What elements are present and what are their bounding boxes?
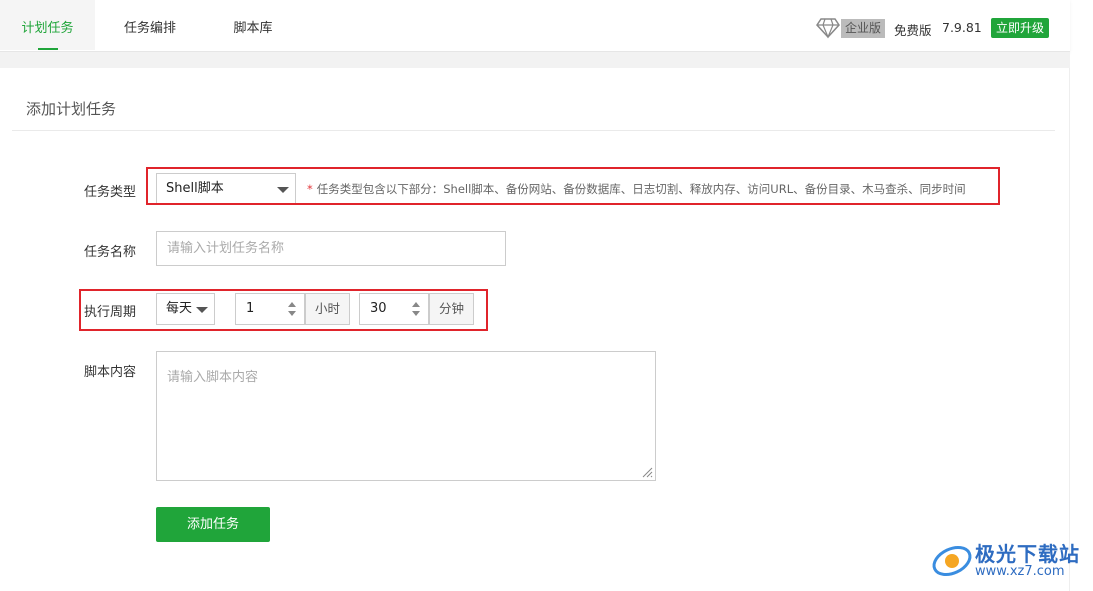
minute-unit: 分钟 [429,293,474,325]
top-bar: 计划任务 任务编排 脚本库 企业版 免费版 7.9.81 立即升级 [0,0,1070,52]
hour-spinner-icon[interactable] [285,297,301,321]
script-textarea[interactable] [156,351,656,481]
minute-value: 30 [370,301,387,316]
version-label: 7.9.81 [942,20,982,35]
content-divider [0,52,1070,68]
section-title: 添加计划任务 [26,100,117,118]
minute-input[interactable]: 30 分钟 [359,293,474,325]
task-type-value: Shell脚本 [166,181,224,196]
hour-input[interactable]: 1 小时 [235,293,350,325]
task-name-label: 任务名称 [84,245,137,260]
watermark-text: 极光下载站 [975,542,1080,566]
add-task-button[interactable]: 添加任务 [156,507,270,542]
period-value: 每天 [166,301,193,316]
tab-scheduled-tasks[interactable]: 计划任务 [0,0,95,50]
watermark-url: www.xz7.com [975,564,1065,579]
tab-script-library[interactable]: 脚本库 [218,0,288,50]
period-label: 执行周期 [84,305,137,320]
free-edition-label: 免费版 [894,23,932,38]
script-label: 脚本内容 [84,365,137,380]
hour-unit: 小时 [305,293,350,325]
chevron-down-icon [277,187,289,193]
task-name-input[interactable] [156,231,506,266]
hour-value: 1 [246,301,255,316]
diamond-icon [816,18,840,39]
period-select[interactable]: 每天 [156,293,215,325]
enterprise-badge[interactable]: 企业版 [841,19,886,38]
chevron-down-icon [196,307,208,313]
section-divider [12,130,1055,131]
minute-spinner-icon[interactable] [409,297,425,321]
resize-grip-icon[interactable] [641,466,653,478]
task-type-label: 任务类型 [84,185,137,200]
task-type-select[interactable]: Shell脚本 [156,173,296,205]
upgrade-button[interactable]: 立即升级 [991,18,1050,38]
task-type-hint: * 任务类型包含以下部分：Shell脚本、备份网站、备份数据库、日志切割、释放内存… [307,182,966,196]
tab-task-orchestration[interactable]: 任务编排 [110,0,190,50]
